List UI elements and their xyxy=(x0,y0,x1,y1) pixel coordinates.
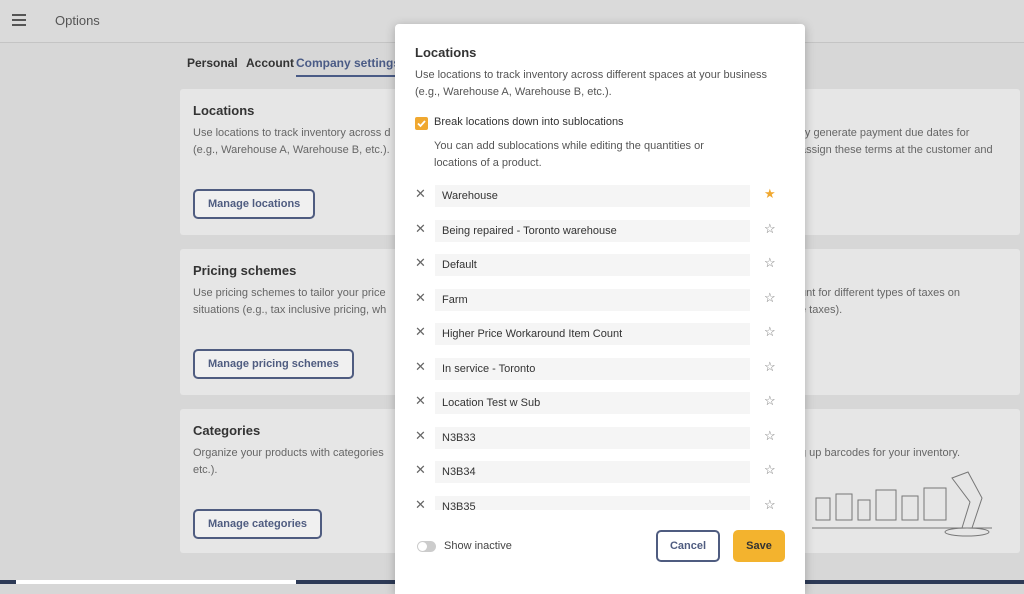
close-icon[interactable]: ✕ xyxy=(415,325,426,339)
close-icon[interactable]: ✕ xyxy=(415,463,426,477)
star-icon[interactable]: ☆ xyxy=(764,394,776,408)
location-row: ✕☆ xyxy=(395,424,805,450)
location-name-input[interactable] xyxy=(435,219,750,242)
categories-card-desc-2: etc.). xyxy=(193,464,218,476)
location-row: ✕☆ xyxy=(395,355,805,381)
locations-card-desc-1: Use locations to track inventory across … xyxy=(193,127,391,139)
tab-personal[interactable]: Personal xyxy=(187,56,238,75)
sublocations-checkbox[interactable] xyxy=(415,117,428,130)
location-row: ✕★ xyxy=(395,182,805,208)
tab-account[interactable]: Account xyxy=(246,56,294,75)
check-icon xyxy=(417,120,426,128)
pricing-card-desc-1: Use pricing schemes to tailor your price xyxy=(193,287,386,299)
location-row: ✕☆ xyxy=(395,458,805,484)
star-icon[interactable]: ★ xyxy=(764,187,776,201)
sublocations-description: You can add sublocations while editing t… xyxy=(434,140,704,169)
page-title: Options xyxy=(55,13,100,28)
star-icon[interactable]: ☆ xyxy=(764,325,776,339)
menu-icon[interactable] xyxy=(12,14,26,26)
taxes-desc-1: unt for different types of taxes on xyxy=(800,287,961,299)
close-icon[interactable]: ✕ xyxy=(415,359,426,374)
categories-card-title: Categories xyxy=(193,423,261,438)
locations-card-title: Locations xyxy=(193,103,255,118)
location-name-input[interactable] xyxy=(435,426,750,449)
barcode-scanner-illustration xyxy=(812,471,992,537)
show-inactive-toggle[interactable] xyxy=(417,541,436,552)
taxes-desc-2: e taxes). xyxy=(800,304,843,316)
star-icon[interactable]: ☆ xyxy=(764,221,776,236)
manage-pricing-schemes-button[interactable]: Manage pricing schemes xyxy=(193,349,354,379)
close-icon[interactable]: ✕ xyxy=(415,256,426,270)
location-name-input[interactable] xyxy=(435,495,750,510)
locations-card-desc-2: (e.g., Warehouse A, Warehouse B, etc.). xyxy=(193,144,390,156)
barcodes-desc-1: g up barcodes for your inventory. xyxy=(800,447,960,459)
show-inactive-label[interactable]: Show inactive xyxy=(444,540,512,552)
locations-list[interactable]: ✕★✕☆✕☆✕☆✕☆✕☆✕☆✕☆✕☆✕☆ xyxy=(395,182,805,510)
locations-modal: Locations Use locations to track invento… xyxy=(395,24,805,594)
pricing-card-title: Pricing schemes xyxy=(193,263,297,278)
modal-footer: Show inactive Cancel Save xyxy=(395,510,805,594)
star-icon[interactable]: ☆ xyxy=(764,497,776,510)
star-icon[interactable]: ☆ xyxy=(764,256,776,270)
close-icon[interactable]: ✕ xyxy=(415,221,426,236)
location-row: ✕☆ xyxy=(395,251,805,277)
location-row: ✕☆ xyxy=(395,389,805,415)
star-icon[interactable]: ☆ xyxy=(764,290,776,305)
location-row: ✕☆ xyxy=(395,493,805,510)
close-icon[interactable]: ✕ xyxy=(415,394,426,408)
location-name-input[interactable] xyxy=(435,357,750,380)
save-button[interactable]: Save xyxy=(733,530,785,562)
location-name-input[interactable] xyxy=(435,185,750,207)
payment-terms-desc-1: lly generate payment due dates for xyxy=(800,127,970,139)
location-name-input[interactable] xyxy=(435,392,750,414)
modal-description: Use locations to track inventory across … xyxy=(415,69,767,98)
location-row: ✕☆ xyxy=(395,320,805,346)
location-name-input[interactable] xyxy=(435,323,750,345)
location-row: ✕☆ xyxy=(395,286,805,312)
close-icon[interactable]: ✕ xyxy=(415,428,426,443)
manage-locations-button[interactable]: Manage locations xyxy=(193,189,316,219)
star-icon[interactable]: ☆ xyxy=(764,463,776,477)
star-icon[interactable]: ☆ xyxy=(764,359,776,374)
close-icon[interactable]: ✕ xyxy=(415,187,426,201)
manage-categories-button[interactable]: Manage categories xyxy=(193,509,323,539)
location-name-input[interactable] xyxy=(435,254,750,276)
categories-card-desc-1: Organize your products with categories xyxy=(193,447,384,459)
star-icon[interactable]: ☆ xyxy=(764,428,776,443)
cancel-button[interactable]: Cancel xyxy=(656,530,720,562)
pricing-card-desc-2: situations (e.g., tax inclusive pricing,… xyxy=(193,304,387,316)
location-row: ✕☆ xyxy=(395,217,805,243)
close-icon[interactable]: ✕ xyxy=(415,290,426,305)
location-name-input[interactable] xyxy=(435,461,750,483)
close-icon[interactable]: ✕ xyxy=(415,497,426,510)
modal-title: Locations xyxy=(415,45,477,60)
location-name-input[interactable] xyxy=(435,288,750,311)
payment-terms-desc-2: assign these terms at the customer and xyxy=(800,144,993,156)
sublocations-checkbox-label[interactable]: Break locations down into sublocations xyxy=(434,116,624,128)
tab-company-settings[interactable]: Company settings xyxy=(296,56,401,77)
